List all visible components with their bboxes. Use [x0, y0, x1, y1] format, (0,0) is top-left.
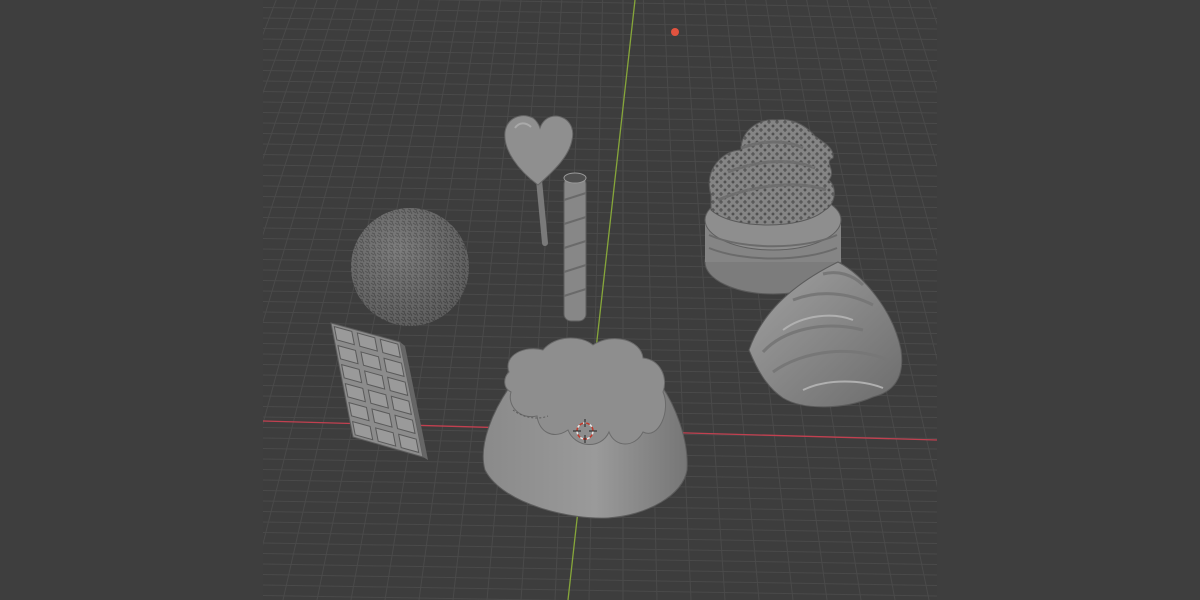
grid-line [263, 185, 937, 198]
axis-gizmo-x-icon[interactable] [671, 28, 679, 36]
grid-line [263, 17, 937, 30]
right-margin [937, 0, 1200, 600]
grid-line [263, 542, 937, 555]
grid-line [263, 80, 937, 93]
grid-line [263, 164, 937, 177]
grid-line [263, 532, 937, 544]
grid-line [263, 28, 937, 40]
grid-line [263, 49, 937, 61]
grid-line [416, 0, 937, 9]
grid-line [263, 574, 937, 586]
grid-line [263, 7, 937, 19]
grid-line [263, 553, 937, 565]
3d-viewport[interactable] [263, 0, 937, 600]
grid-line [263, 196, 937, 208]
grid-line [263, 175, 937, 187]
wafer-straw-object[interactable] [563, 172, 587, 322]
grid-line [263, 154, 937, 166]
grid-line [263, 59, 937, 72]
sprinkled-ball-object[interactable] [351, 208, 469, 326]
viewport-canvas[interactable] [263, 0, 937, 600]
pudding-cake-object[interactable] [482, 337, 688, 519]
cream-cupcake-object[interactable] [704, 119, 842, 295]
grid-line [263, 70, 937, 82]
grid-line [263, 595, 570, 600]
grid-line [263, 584, 937, 597]
left-margin [0, 0, 263, 600]
grid-line [806, 0, 930, 600]
grid-line [724, 0, 794, 600]
grid-line [263, 563, 937, 576]
